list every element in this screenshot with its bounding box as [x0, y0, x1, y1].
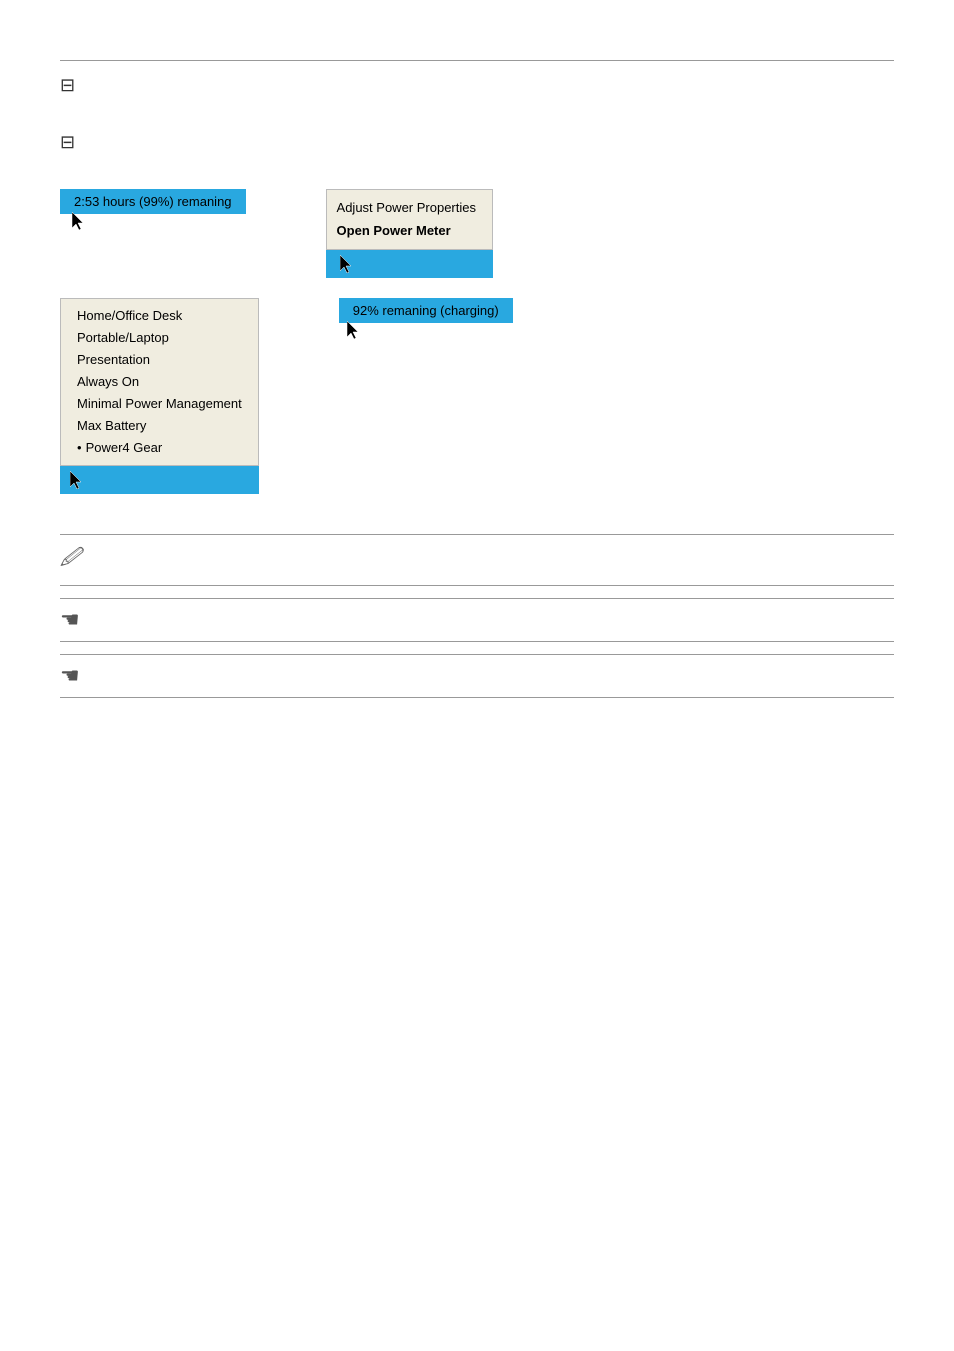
- cursor-svg-1: [72, 212, 86, 230]
- bottom-hand-row-1: ☚: [60, 598, 894, 642]
- battery-icon-row-2: ⊟: [60, 132, 894, 159]
- right-menu: Adjust Power Properties Open Power Meter: [326, 189, 493, 250]
- screenshots-second-row: Home/Office Desk Portable/Laptop Present…: [60, 298, 894, 495]
- charging-tooltip-panel: 92% remaning (charging): [339, 298, 513, 335]
- hand-icon-1: ☚: [60, 607, 90, 633]
- top-divider: [60, 60, 894, 61]
- bottom-sections: 🖉 ☚ ☚: [60, 534, 894, 698]
- cursor-svg-3: [70, 471, 84, 489]
- scheme-menu: Home/Office Desk Portable/Laptop Present…: [60, 298, 259, 467]
- bottom-pencil-row: 🖉: [60, 534, 894, 586]
- scheme-max-battery[interactable]: Max Battery: [77, 415, 242, 437]
- hand-icon-2: ☚: [60, 663, 90, 689]
- scheme-portable[interactable]: Portable/Laptop: [77, 327, 242, 349]
- adjust-power-item[interactable]: Adjust Power Properties: [337, 196, 476, 219]
- pencil-icon: 🖉: [60, 543, 90, 577]
- cursor-svg-2: [340, 255, 354, 273]
- bottom-hand-row-2: ☚: [60, 654, 894, 698]
- scheme-blue-bar: [60, 466, 259, 494]
- screenshots-top-row: 2:53 hours (99%) remaning Adjust Power P…: [60, 189, 894, 278]
- scheme-minimal[interactable]: Minimal Power Management: [77, 393, 242, 415]
- page: ⊟ ⊟ 2:53 hours (99%) remaning Adjust Pow…: [0, 0, 954, 1351]
- scheme-presentation[interactable]: Presentation: [77, 349, 242, 371]
- charging-cursor-row: [339, 321, 361, 335]
- charging-cursor: [347, 321, 361, 335]
- battery-cursor-row: [60, 212, 86, 226]
- battery-tooltip-bar: 2:53 hours (99%) remaning: [60, 189, 246, 214]
- right-menu-cursor: [340, 255, 354, 276]
- battery-cursor: [72, 212, 86, 226]
- battery-icon-2: ⊟: [60, 132, 75, 153]
- cursor-svg-4: [347, 321, 361, 339]
- battery-icon-1: ⊟: [60, 75, 75, 96]
- scheme-dropdown-panel: Home/Office Desk Portable/Laptop Present…: [60, 298, 259, 495]
- charging-tooltip-text: 92% remaning (charging): [339, 298, 513, 323]
- scheme-always-on[interactable]: Always On: [77, 371, 242, 393]
- scheme-power4gear[interactable]: Power4 Gear: [77, 437, 242, 459]
- battery-tooltip-panel: 2:53 hours (99%) remaning: [60, 189, 246, 226]
- battery-icon-row-1: ⊟: [60, 75, 894, 102]
- right-menu-blue-bar: [326, 250, 493, 278]
- scheme-cursor: [70, 471, 84, 492]
- open-power-meter-item[interactable]: Open Power Meter: [337, 219, 476, 242]
- battery-tooltip-text: 2:53 hours (99%) remaning: [60, 189, 246, 214]
- context-menu-panel: Adjust Power Properties Open Power Meter: [326, 189, 493, 278]
- charging-tooltip-bar: 92% remaning (charging): [339, 298, 513, 323]
- scheme-home-office[interactable]: Home/Office Desk: [77, 305, 242, 327]
